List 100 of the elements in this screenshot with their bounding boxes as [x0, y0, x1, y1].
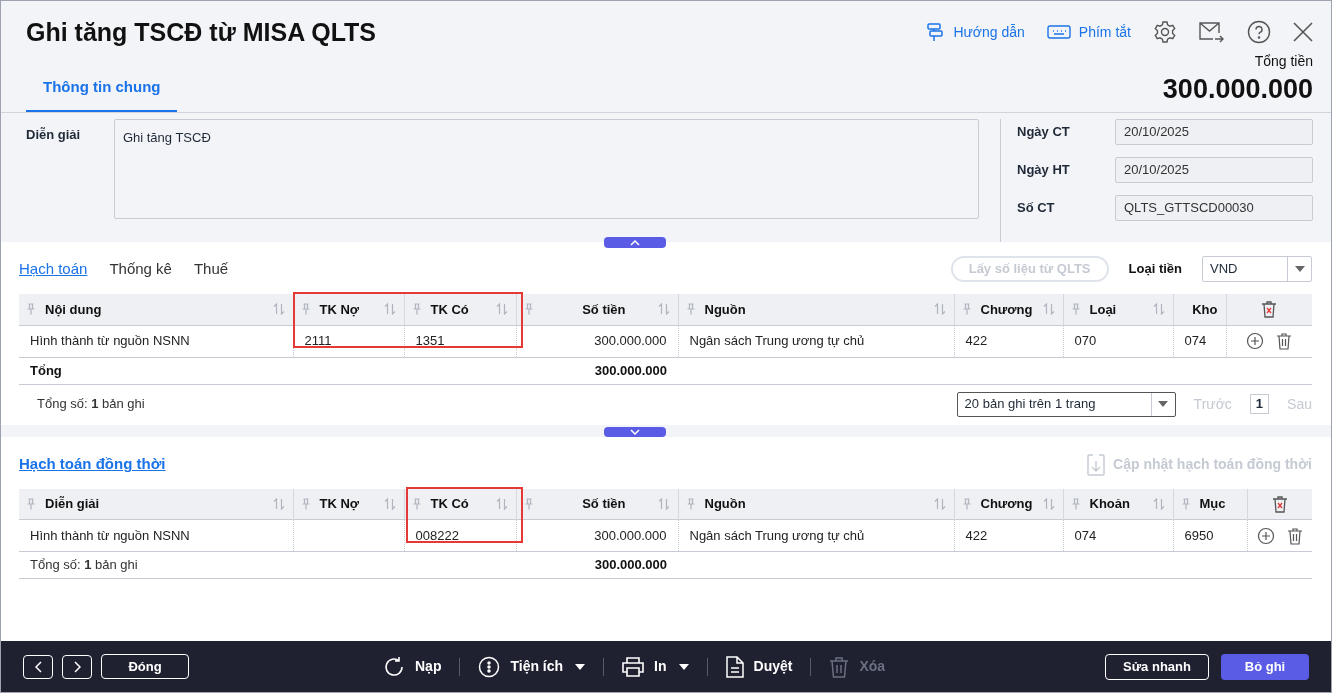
column-header[interactable]: Nguồn	[678, 294, 954, 325]
table-cell: Ngân sách Trung ương tự chủ	[678, 325, 954, 357]
field-label: Ngày CT	[1017, 123, 1071, 142]
column-header[interactable]: Chương	[954, 488, 1063, 520]
input-field[interactable]: 20/10/2025	[1115, 119, 1313, 145]
sort-icon[interactable]	[272, 303, 285, 316]
currency-label: Loại tiền	[1128, 260, 1182, 279]
approve-button[interactable]: Duyệt	[725, 655, 793, 678]
sort-icon[interactable]	[495, 303, 508, 316]
column-header[interactable]: TK Nợ	[293, 294, 404, 325]
delete-all-icon[interactable]	[1271, 494, 1288, 513]
column-header[interactable]: Nguồn	[678, 488, 954, 520]
column-header[interactable]: Diễn giải	[19, 488, 293, 520]
table-cell: 070	[1063, 325, 1173, 357]
tab[interactable]: Hạch toán	[19, 257, 88, 281]
caret-icon	[1294, 266, 1305, 272]
record-count: Tổng số: 1 bản ghi	[37, 395, 145, 414]
cancel-record-button[interactable]: Bỏ ghi	[1221, 653, 1309, 680]
column-header[interactable]: Nội dung	[19, 294, 293, 325]
next-button[interactable]	[62, 654, 92, 679]
field-label: Số CT	[1017, 199, 1056, 218]
sort-icon[interactable]	[1042, 497, 1055, 510]
download-icon	[1087, 453, 1106, 476]
keyboard-icon	[1046, 25, 1071, 39]
total-label: Tổng	[19, 357, 293, 384]
utilities-button[interactable]: Tiện ích	[478, 655, 586, 678]
table-cell: 422	[954, 519, 1063, 552]
table-cell: Ngân sách Trung ương tự chủ	[678, 519, 954, 552]
table-cell: 074	[1173, 325, 1226, 357]
chevron-up-icon	[630, 239, 640, 246]
sort-icon[interactable]	[383, 497, 396, 510]
quick-edit-button[interactable]: Sửa nhanh	[1105, 653, 1209, 680]
table-cell: 2111	[293, 325, 404, 357]
table-cell: 422	[954, 325, 1063, 357]
column-header[interactable]: Khoản	[1063, 488, 1173, 520]
table-cell: Hình thành từ nguồn NSNN	[19, 325, 293, 357]
currency-dropdown[interactable]: VND	[1202, 256, 1312, 282]
sort-icon[interactable]	[383, 303, 396, 316]
input-field[interactable]: 20/10/2025	[1115, 157, 1313, 183]
close-icon[interactable]	[1293, 22, 1313, 42]
sort-icon[interactable]	[1042, 303, 1055, 316]
caret-icon	[1158, 401, 1169, 407]
column-header[interactable]: TK Có	[404, 488, 516, 520]
column-header[interactable]: Số tiền	[516, 488, 678, 520]
sort-icon[interactable]	[1152, 303, 1165, 316]
table-cell: Hình thành từ nguồn NSNN	[19, 519, 293, 552]
total-label: Tổng tiền	[1254, 52, 1313, 71]
trash-icon	[829, 655, 850, 678]
add-row-icon[interactable]	[1246, 332, 1265, 350]
table-cell: 300.000.000	[516, 325, 678, 357]
print-button[interactable]: In	[622, 656, 689, 677]
column-header[interactable]: TK Có	[404, 294, 516, 325]
column-header[interactable]: Mục	[1173, 488, 1247, 520]
mail-send-icon[interactable]	[1199, 20, 1225, 44]
previous-button[interactable]	[23, 654, 53, 679]
help-icon[interactable]	[1247, 20, 1271, 44]
sort-icon[interactable]	[272, 497, 285, 510]
total-amount: 300.000.000	[516, 551, 678, 579]
field-label: Ngày HT	[1017, 161, 1071, 180]
close-button[interactable]: Đóng	[101, 654, 189, 679]
table-cell: 074	[1063, 519, 1173, 552]
page-number[interactable]: 1	[1249, 394, 1270, 414]
more-icon	[478, 655, 501, 678]
sort-icon[interactable]	[1152, 497, 1165, 510]
signpost-icon	[925, 22, 946, 42]
collapse-button[interactable]	[604, 237, 666, 248]
table-cell: 300.000.000	[516, 519, 678, 552]
sort-icon[interactable]	[657, 497, 670, 510]
column-header[interactable]: Số tiền	[516, 294, 678, 325]
concurrent-posting-link[interactable]: Hạch toán đồng thời	[19, 453, 166, 476]
column-header[interactable]: TK Nợ	[293, 488, 404, 520]
sort-icon[interactable]	[657, 303, 670, 316]
tab[interactable]: Thống kê	[109, 257, 172, 281]
table-cell: 008222	[404, 519, 516, 552]
description-field[interactable]: Ghi tăng TSCĐ	[113, 119, 979, 219]
sort-icon[interactable]	[933, 497, 946, 510]
tab[interactable]: Thuế	[193, 257, 229, 281]
document-icon	[725, 655, 744, 678]
settings-icon[interactable]	[1153, 20, 1177, 44]
page-size-dropdown[interactable]: 20 bản ghi trên 1 trang	[956, 391, 1176, 417]
sort-icon[interactable]	[495, 497, 508, 510]
sort-icon[interactable]	[933, 303, 946, 316]
delete-icon[interactable]	[1286, 526, 1303, 545]
total-amount: 300.000.000	[516, 357, 678, 384]
expand-button[interactable]	[604, 426, 666, 437]
guide-link[interactable]: Hướng dẫn	[925, 21, 1025, 43]
input-field[interactable]: QLTS_GTTSCD00030	[1115, 195, 1313, 221]
chevron-down-icon	[630, 428, 640, 435]
caret-icon	[575, 663, 586, 670]
shortcuts-link[interactable]: Phím tắt	[1046, 21, 1131, 43]
caret-icon	[678, 663, 689, 670]
column-header[interactable]: Chương	[954, 294, 1063, 325]
column-header[interactable]: Loại	[1063, 294, 1173, 325]
total-amount: 300.000.000	[1162, 73, 1313, 106]
add-row-icon[interactable]	[1256, 526, 1275, 545]
delete-all-icon[interactable]	[1261, 300, 1278, 319]
table-cell: 1351	[404, 325, 516, 357]
reload-button[interactable]: Nạp	[383, 655, 442, 678]
column-header[interactable]: Kho	[1173, 294, 1226, 325]
delete-icon[interactable]	[1276, 332, 1293, 350]
